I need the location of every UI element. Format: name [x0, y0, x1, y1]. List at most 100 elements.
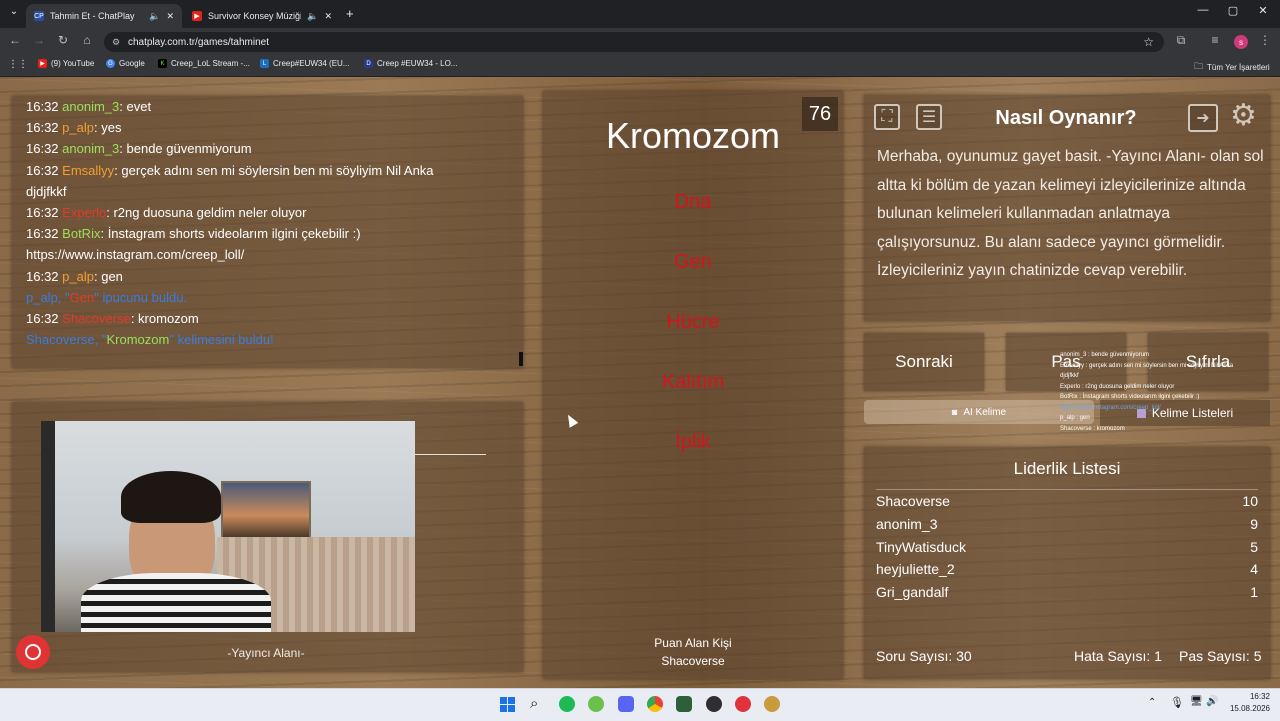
bookmark-leagueofgraphs[interactable]: L Creep#EUW34 (EU... — [260, 59, 349, 68]
app-green-icon[interactable] — [588, 696, 604, 712]
close-icon[interactable]: ✕ — [166, 11, 174, 22]
clock-date[interactable]: 15.08.2026 — [1222, 704, 1270, 713]
chat-message: 16:32 BotRix: İnstagram shorts videoları… — [26, 226, 361, 241]
record-app-icon[interactable] — [735, 696, 751, 712]
apps-icon[interactable]: ⋮⋮ — [8, 59, 28, 70]
spotify-icon[interactable] — [559, 696, 575, 712]
record-button[interactable] — [16, 635, 50, 669]
site-info-icon[interactable]: ⚙ — [112, 37, 120, 48]
forbidden-word-2: Gen — [674, 251, 712, 273]
chat-text: : r2ng duosuna geldim neler oluyor — [106, 205, 307, 220]
minimize-button[interactable]: — — [1188, 4, 1218, 16]
bookmark-kick[interactable]: K Creep_LoL Stream -... — [158, 59, 250, 68]
leaderboard-row: Shacoverse 10 — [876, 493, 1258, 509]
leaderboard-row: TinyWatisduck 5 — [876, 539, 1258, 555]
bookmark-label: Creep_LoL Stream -... — [171, 59, 250, 68]
chat-time: 16:32 — [26, 268, 59, 284]
chat-text: : evet — [119, 99, 152, 114]
chat-text: : bende güvenmiyorum — [119, 141, 252, 157]
maximize-button[interactable]: ▢ — [1218, 4, 1248, 17]
chat-scrollbar[interactable] — [519, 352, 523, 366]
reload-icon[interactable]: ↻ — [54, 33, 72, 47]
tab-label: Survivor Konsey Müziği (Uz — [208, 11, 302, 21]
home-icon[interactable]: ⌂ — [78, 33, 96, 47]
chat-username[interactable]: p_alp — [62, 269, 94, 284]
overlay-message: anonim_3 : bende güvenmiyorum — [1060, 352, 1150, 358]
windows-start-icon[interactable] — [500, 697, 515, 712]
speaker-icon[interactable]: 🔈 — [149, 11, 160, 22]
address-bar[interactable]: ⚙ chatplay.com.tr/games/tahminet ☆ — [104, 32, 1164, 52]
tab-search-button[interactable]: ⌄ — [6, 6, 22, 22]
window-close-button[interactable]: ✕ — [1248, 4, 1278, 17]
divider-line — [415, 454, 486, 455]
obs-icon[interactable] — [706, 696, 722, 712]
bookmark-google[interactable]: G Google — [106, 59, 145, 68]
speaker-icon[interactable]: 🔈 — [307, 11, 318, 22]
chat-time: 16:32 — [26, 99, 59, 114]
scorer-label: Puan Alan Kişi — [654, 636, 732, 650]
webcam-video — [41, 421, 415, 632]
chat-message: 16:32 p_alp: gen — [26, 269, 123, 284]
pass-count: Pas Sayısı: 5 — [1179, 648, 1262, 664]
mic-icon[interactable]: 🎙 — [1170, 696, 1184, 709]
forward-icon[interactable]: → — [30, 33, 48, 47]
new-tab-button[interactable]: + — [346, 6, 354, 21]
chat-username[interactable]: BotRix — [62, 226, 100, 241]
chat-username[interactable]: Experlo — [62, 205, 106, 220]
system-text: " ipucunu buldu. — [94, 289, 188, 305]
volume-icon[interactable]: 🔊 — [1206, 696, 1218, 707]
exit-icon[interactable]: ➜ — [1188, 104, 1218, 132]
tab-chatplay[interactable]: CP Tahmin Et - ChatPlay 🔈 ✕ — [26, 4, 182, 28]
bookmark-dpm[interactable]: D Creep #EUW34 - LO... — [364, 59, 457, 68]
player-name: Gri_gandalf — [876, 584, 949, 601]
error-count: Hata Sayısı: 1 — [1074, 648, 1162, 664]
target-word: Kromozom — [605, 115, 781, 156]
overlay-message: https://www.instagram.com/creep_loll/ — [1060, 404, 1161, 411]
fullscreen-icon[interactable]: ⛶ — [874, 104, 900, 130]
notebook-icon[interactable] — [676, 696, 692, 712]
tab-survivor[interactable]: ▶ Survivor Konsey Müziği (Uz 🔈 ✕ — [184, 4, 340, 28]
leaderboard-title: Liderlik Listesi — [1013, 459, 1121, 478]
leagueofgraphs-icon: L — [260, 59, 269, 68]
howto-text: Merhaba, oyunumuz gayet basit. -Yayıncı … — [877, 148, 1264, 279]
league-icon[interactable] — [764, 696, 780, 712]
chat-time: 16:32 — [26, 311, 59, 326]
search-icon[interactable]: ⌕ — [530, 695, 538, 712]
folder-icon: 🗀 — [1194, 61, 1204, 71]
discord-icon[interactable] — [618, 696, 634, 712]
reading-list-icon[interactable]: ≡ — [1206, 33, 1224, 47]
clock-time[interactable]: 16:32 — [1222, 692, 1270, 701]
tray-chevron-icon[interactable]: ⌃ — [1148, 697, 1156, 708]
chat-text: : İnstagram shorts videolarım ilgini çek… — [100, 226, 361, 242]
chat-panel: 16:32 anonim_3: evet 16:32 p_alp: yes 16:3… — [12, 96, 523, 368]
extensions-icon[interactable]: ⧉ — [1172, 33, 1190, 48]
all-bookmarks[interactable]: 🗀 Tüm Yer İşaretleri — [1194, 59, 1270, 75]
overlay-message: djdjfkkf — [1060, 373, 1079, 379]
chat-username[interactable]: Emsallyy — [62, 163, 114, 178]
bookmark-star-icon[interactable]: ☆ — [1143, 35, 1154, 49]
back-icon[interactable]: ← — [6, 33, 24, 47]
chat-username[interactable]: Shacoverse — [62, 311, 131, 326]
settings-gear-icon[interactable]: ⚙ — [1230, 100, 1257, 132]
bookmark-youtube[interactable]: ▶ (9) YouTube — [38, 59, 94, 68]
next-button[interactable]: Sonraki — [864, 333, 984, 391]
player-score: 9 — [1250, 515, 1258, 532]
chrome-icon[interactable] — [647, 696, 663, 712]
overlay-message: p_alp : gen — [1060, 415, 1090, 421]
profile-avatar[interactable]: s — [1234, 35, 1248, 49]
leaderboard-row: anonim_3 9 — [876, 516, 1258, 532]
leaderboard-row: heyjuliette_2 4 — [876, 561, 1258, 577]
bookmark-label: (9) YouTube — [51, 59, 95, 68]
chat-text: : kromozom — [130, 311, 199, 326]
menu-icon[interactable]: ⋮ — [1256, 33, 1274, 47]
youtube-favicon: ▶ — [192, 11, 202, 21]
close-icon[interactable]: ✕ — [324, 11, 332, 22]
found-word: Gen — [69, 289, 95, 305]
network-icon[interactable]: 🖥 — [1190, 696, 1203, 707]
chat-username[interactable]: anonim_3 — [62, 99, 119, 114]
chat-username[interactable]: p_alp — [62, 120, 94, 135]
notes-icon[interactable]: ☰ — [916, 104, 942, 130]
overlay-message: Shacoverse : kromozom — [1060, 425, 1125, 432]
chat-username[interactable]: anonim_3 — [62, 141, 119, 156]
player-score: 1 — [1250, 584, 1258, 601]
